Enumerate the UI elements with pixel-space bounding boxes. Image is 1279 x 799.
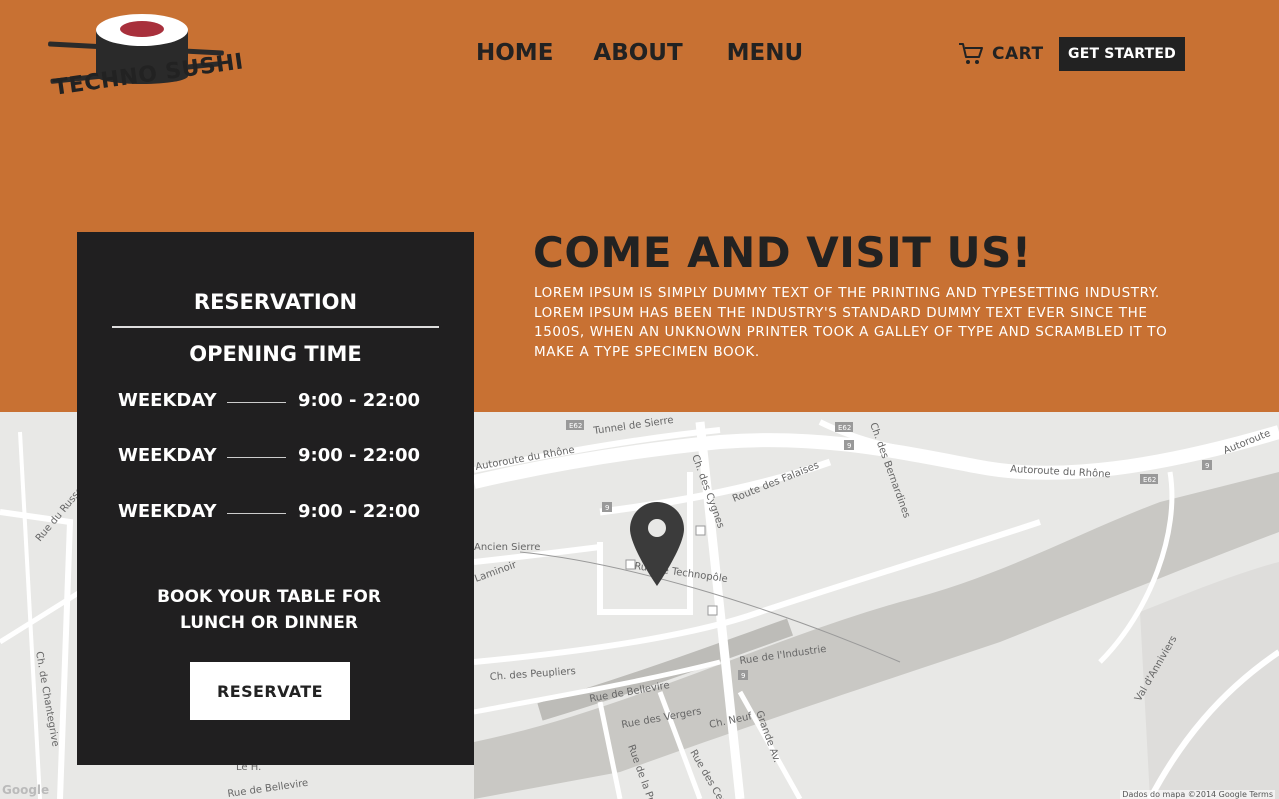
map-attribution[interactable]: Dados do mapa ©2014 Google Terms bbox=[1120, 790, 1275, 799]
google-logo: Google bbox=[2, 783, 50, 797]
reservate-button[interactable]: RESERVATE bbox=[190, 662, 350, 720]
hours-day: WEEKDAY bbox=[118, 501, 217, 522]
svg-text:9: 9 bbox=[605, 504, 609, 512]
book-table-text: BOOK YOUR TABLE FOR LUNCH OR DINNER bbox=[77, 584, 461, 636]
hours-time: 9:00 - 22:00 bbox=[298, 445, 421, 466]
get-started-button[interactable]: GET STARTED bbox=[1059, 37, 1185, 71]
svg-text:E62: E62 bbox=[838, 424, 851, 432]
cart-link[interactable]: CART bbox=[958, 42, 1044, 66]
hours-separator bbox=[227, 402, 286, 403]
visit-heading: COME AND VISIT US! bbox=[533, 228, 1032, 277]
techno-sushi-logo[interactable]: TECHNO SUSHI bbox=[46, 12, 245, 116]
svg-text:E62: E62 bbox=[569, 422, 582, 430]
hours-day: WEEKDAY bbox=[118, 390, 217, 411]
hours-separator bbox=[227, 457, 286, 458]
cart-icon bbox=[959, 43, 983, 64]
reservation-title: RESERVATION bbox=[193, 290, 358, 314]
hours-row: WEEKDAY 9:00 - 22:00 bbox=[118, 501, 438, 525]
svg-text:Ancien Sierre: Ancien Sierre bbox=[474, 542, 540, 553]
svg-text:9: 9 bbox=[1205, 462, 1209, 470]
reservation-panel: RESERVATION OPENING TIME WEEKDAY 9:00 - … bbox=[77, 232, 474, 765]
nav-home[interactable]: HOME bbox=[476, 40, 553, 66]
nav-menu[interactable]: MENU bbox=[727, 40, 804, 66]
cart-label: CART bbox=[992, 44, 1044, 64]
book-line-1: BOOK YOUR TABLE FOR bbox=[157, 587, 381, 607]
book-line-2: LUNCH OR DINNER bbox=[180, 613, 358, 633]
reservation-divider bbox=[112, 326, 439, 328]
map-pin-icon[interactable] bbox=[630, 502, 684, 586]
hours-separator bbox=[227, 513, 286, 514]
hours-row: WEEKDAY 9:00 - 22:00 bbox=[118, 445, 438, 469]
opening-time-title: OPENING TIME bbox=[189, 342, 362, 366]
nav-about[interactable]: ABOUT bbox=[593, 40, 682, 66]
svg-text:E62: E62 bbox=[1143, 476, 1156, 484]
visit-description: Lorem Ipsum is simply dummy text of the … bbox=[534, 285, 1168, 360]
hours-time: 9:00 - 22:00 bbox=[298, 390, 421, 411]
hours-time: 9:00 - 22:00 bbox=[298, 501, 421, 522]
svg-text:9: 9 bbox=[847, 442, 851, 450]
svg-text:9: 9 bbox=[741, 672, 745, 680]
main-nav: HOME ABOUT MENU bbox=[476, 40, 803, 66]
hours-row: WEEKDAY 9:00 - 22:00 bbox=[118, 390, 438, 414]
hours-day: WEEKDAY bbox=[118, 445, 217, 466]
